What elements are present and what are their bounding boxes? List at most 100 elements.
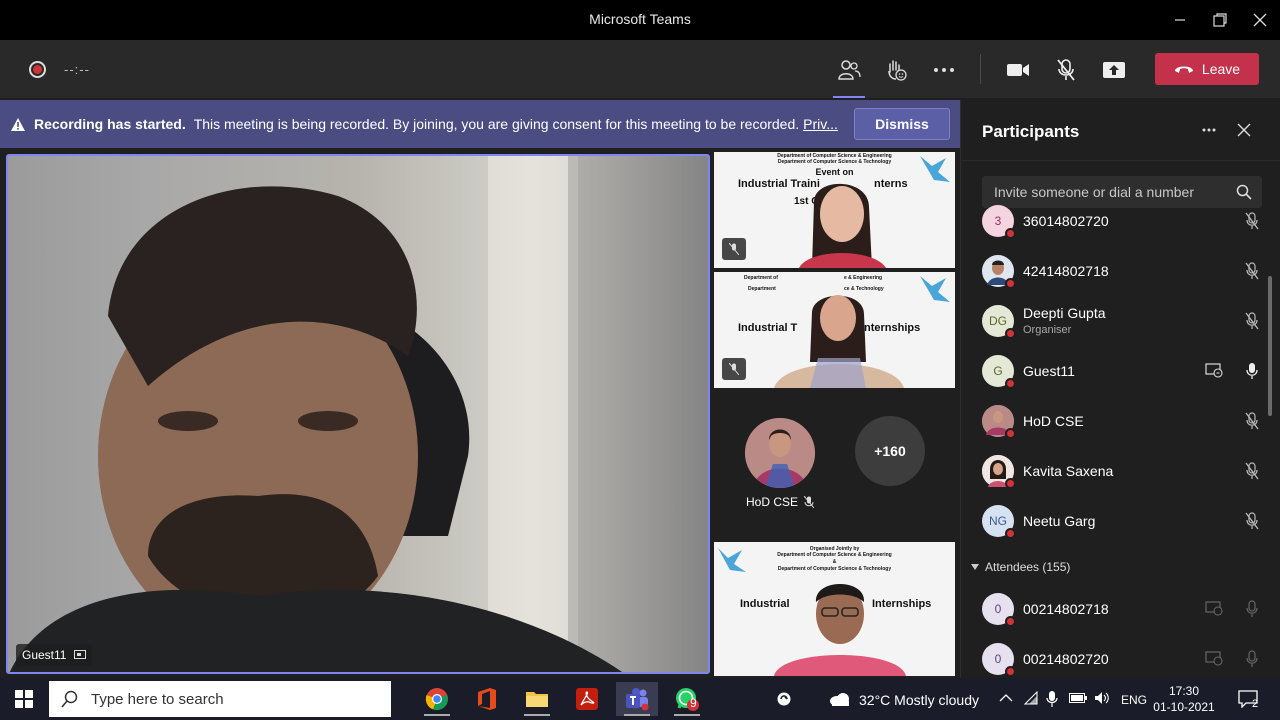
participant-row[interactable]: G Guest11	[982, 348, 1267, 398]
office-icon	[478, 688, 496, 710]
meeting-timer: --:--	[64, 62, 90, 77]
hod-label: HoD CSE	[746, 495, 815, 509]
speaker-image	[9, 156, 708, 672]
avatar: NG	[982, 505, 1016, 539]
restore-button[interactable]	[1200, 0, 1240, 40]
taskbar-chrome[interactable]	[416, 682, 458, 716]
share-content-button[interactable]	[1098, 54, 1130, 86]
tray-sync[interactable]	[764, 682, 804, 716]
mic-off-icon	[729, 363, 739, 375]
weather-text[interactable]: 32°C Mostly cloudy	[859, 692, 979, 708]
participant-row[interactable]: 42414802718	[982, 248, 1267, 298]
participant-image	[799, 156, 950, 268]
panel-close-button[interactable]	[1236, 122, 1252, 143]
participant-tile-1[interactable]: Department of Computer Science & Enginee…	[714, 152, 955, 268]
status-badge	[1005, 278, 1016, 289]
recording-indicator-icon	[29, 61, 46, 78]
participant-row[interactable]: DG Deepti Gupta Organiser	[982, 298, 1267, 348]
privacy-link[interactable]: Priv...	[803, 116, 838, 132]
mute-button[interactable]	[1050, 54, 1082, 86]
minimize-button[interactable]	[1160, 0, 1200, 40]
participant-name: HoD CSE	[1023, 413, 1084, 429]
chevron-down-icon	[971, 564, 979, 570]
participant-row[interactable]: Kavita Saxena	[982, 448, 1267, 498]
language-indicator[interactable]: ENG	[1121, 693, 1147, 707]
battery-icon[interactable]	[1069, 693, 1087, 703]
screen-share-disabled-icon	[1205, 651, 1223, 666]
clock-date: 01-10-2021	[1153, 700, 1215, 714]
status-badge	[1005, 616, 1016, 627]
participant-row[interactable]: NG Neetu Garg	[982, 498, 1267, 548]
taskbar-search-input[interactable]: Type here to search	[49, 681, 391, 717]
taskbar-search-placeholder: Type here to search	[91, 690, 224, 708]
taskbar-file-explorer[interactable]	[516, 682, 558, 716]
participant-tile-3[interactable]: Organised Jointly by Department of Compu…	[714, 542, 955, 676]
avatar: DG	[982, 305, 1016, 339]
notification-count: 2	[1252, 698, 1259, 710]
search-icon	[61, 690, 78, 708]
whatsapp-badge: 9	[690, 696, 697, 710]
speaker-name-tag: Guest11	[16, 644, 93, 666]
minimize-icon	[1175, 19, 1185, 21]
avatar-initials: 0	[994, 602, 1002, 616]
attendees-section-toggle[interactable]: Attendees (155)	[971, 560, 1070, 574]
windows-logo-icon	[15, 690, 33, 708]
network-icon[interactable]	[1024, 691, 1038, 705]
participant-row[interactable]: 3 36014802720	[982, 198, 1267, 248]
participant-name: Guest11	[1023, 363, 1075, 379]
more-participants-button[interactable]: +160	[855, 416, 925, 486]
attendee-row[interactable]: 0 00214802718	[982, 586, 1267, 636]
panel-more-button[interactable]	[1201, 122, 1217, 143]
video-stage: Guest11 Department of Computer Science &…	[0, 148, 960, 678]
close-window-button[interactable]	[1240, 0, 1280, 40]
cloudy-icon	[830, 693, 849, 706]
participant-tile-2[interactable]: Department of e & Engineering Department…	[714, 272, 955, 388]
volume-icon[interactable]	[1094, 691, 1110, 705]
status-badge	[1005, 328, 1016, 339]
taskbar-whatsapp[interactable]: 9	[666, 682, 708, 716]
main-speaker-video[interactable]: Guest11	[6, 154, 710, 674]
camera-button[interactable]	[1002, 54, 1034, 86]
taskbar-acrobat[interactable]	[566, 682, 608, 716]
mic-disabled-icon	[1246, 650, 1258, 667]
weather-widget[interactable]	[826, 682, 854, 716]
restore-icon	[1213, 13, 1227, 27]
avatar: G	[982, 355, 1016, 389]
panel-divider	[961, 160, 1280, 161]
avatar-initials: 0	[994, 652, 1002, 666]
participant-row[interactable]: HoD CSE	[982, 398, 1267, 448]
tile-mic-off	[722, 238, 746, 260]
start-button[interactable]	[3, 682, 45, 716]
avatar: 0	[982, 593, 1016, 627]
mic-off-icon	[1245, 212, 1259, 230]
acrobat-icon	[576, 688, 598, 710]
notifications-button[interactable]: 2	[1230, 682, 1266, 716]
raise-hand-button[interactable]	[880, 54, 912, 86]
dismiss-button[interactable]: Dismiss	[854, 108, 950, 140]
warning-icon	[11, 117, 25, 131]
mic-off-icon	[1245, 462, 1259, 480]
panel-scrollbar[interactable]	[1268, 276, 1272, 416]
taskbar-office[interactable]	[466, 682, 508, 716]
teams-icon	[626, 688, 649, 711]
hod-avatar[interactable]	[745, 418, 815, 488]
camera-icon	[1007, 64, 1029, 76]
microphone-tray-icon[interactable]	[1046, 690, 1058, 708]
more-actions-button[interactable]	[928, 54, 960, 86]
sync-icon	[777, 692, 791, 706]
clock-time: 17:30	[1168, 684, 1200, 698]
status-badge	[1005, 666, 1016, 677]
participants-panel: Participants Invite someone or dial a nu…	[960, 100, 1280, 678]
chevron-up-icon[interactable]	[999, 693, 1013, 703]
leave-button[interactable]: Leave	[1155, 53, 1259, 85]
participant-name: Kavita Saxena	[1023, 463, 1114, 479]
speaker-name: Guest11	[22, 648, 67, 662]
banner-heading: Recording has started.	[34, 116, 186, 132]
avatar-initials: G	[993, 364, 1003, 378]
show-participants-button[interactable]	[833, 54, 865, 98]
taskbar-teams[interactable]	[616, 682, 658, 716]
leave-label: Leave	[1201, 61, 1241, 77]
status-badge	[1005, 228, 1016, 239]
taskbar-clock[interactable]: 17:30 01-10-2021	[1150, 683, 1218, 715]
mic-off-icon	[1245, 262, 1259, 280]
